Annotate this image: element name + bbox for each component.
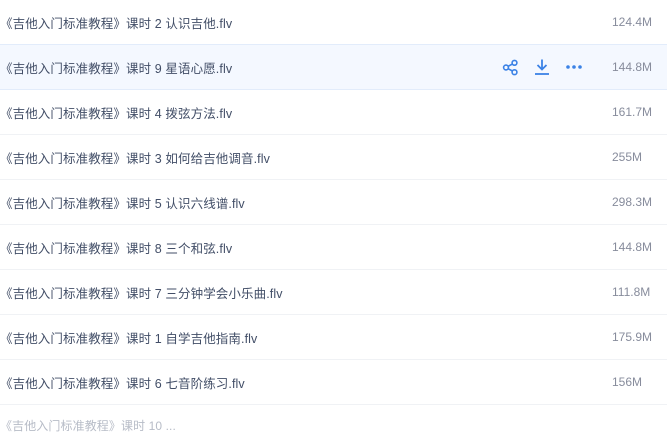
file-row[interactable]: 《吉他入门标准教程》课时 4 拨弦方法.flv 161.7M: [0, 90, 667, 135]
more-icon: [566, 65, 582, 69]
file-name[interactable]: 《吉他入门标准教程》课时 1 自学吉他指南.flv: [0, 315, 257, 359]
share-icon: [502, 59, 518, 75]
file-row[interactable]: 《吉他入门标准教程》课时 1 自学吉他指南.flv 175.9M: [0, 315, 667, 360]
file-name[interactable]: 《吉他入门标准教程》课时 2 认识吉他.flv: [0, 0, 232, 44]
file-row-partial[interactable]: 《吉他入门标准教程》课时 10 ...: [0, 405, 667, 445]
download-button[interactable]: [532, 57, 552, 77]
file-row[interactable]: 《吉他入门标准教程》课时 8 三个和弦.flv 144.8M: [0, 225, 667, 270]
file-size: 124.4M: [612, 15, 653, 29]
file-size: 161.7M: [612, 105, 653, 119]
file-row[interactable]: 《吉他入门标准教程》课时 2 认识吉他.flv 124.4M: [0, 0, 667, 45]
file-row[interactable]: 《吉他入门标准教程》课时 3 如何给吉他调音.flv 255M: [0, 135, 667, 180]
file-size: 144.8M: [612, 60, 653, 74]
file-size: 175.9M: [612, 330, 653, 344]
file-row[interactable]: 《吉他入门标准教程》课时 5 认识六线谱.flv 298.3M: [0, 180, 667, 225]
file-size: 144.8M: [612, 240, 653, 254]
file-name[interactable]: 《吉他入门标准教程》课时 3 如何给吉他调音.flv: [0, 135, 270, 179]
file-name[interactable]: 《吉他入门标准教程》课时 8 三个和弦.flv: [0, 225, 232, 269]
download-icon: [535, 59, 549, 75]
file-list: 《吉他入门标准教程》课时 2 认识吉他.flv 124.4M 《吉他入门标准教程…: [0, 0, 667, 447]
share-button[interactable]: [500, 57, 520, 77]
file-size: 111.8M: [612, 285, 651, 299]
file-row[interactable]: 《吉他入门标准教程》课时 7 三分钟学会小乐曲.flv 111.8M: [0, 270, 667, 315]
file-size: 298.3M: [612, 195, 653, 209]
file-size: 255M: [612, 150, 643, 164]
file-row-hovered[interactable]: 《吉他入门标准教程》课时 9 星语心愿.flv 144.8M: [0, 44, 667, 90]
file-name[interactable]: 《吉他入门标准教程》课时 7 三分钟学会小乐曲.flv: [0, 270, 283, 314]
file-name[interactable]: 《吉他入门标准教程》课时 4 拨弦方法.flv: [0, 90, 232, 134]
more-button[interactable]: [564, 57, 584, 77]
file-name[interactable]: 《吉他入门标准教程》课时 6 七音阶练习.flv: [0, 360, 245, 404]
file-row[interactable]: 《吉他入门标准教程》课时 6 七音阶练习.flv 156M: [0, 360, 667, 405]
file-name[interactable]: 《吉他入门标准教程》课时 9 星语心愿.flv: [0, 45, 232, 89]
row-actions: [500, 45, 584, 89]
file-size: 156M: [612, 375, 643, 389]
file-name[interactable]: 《吉他入门标准教程》课时 10 ...: [0, 405, 176, 445]
file-name[interactable]: 《吉他入门标准教程》课时 5 认识六线谱.flv: [0, 180, 245, 224]
